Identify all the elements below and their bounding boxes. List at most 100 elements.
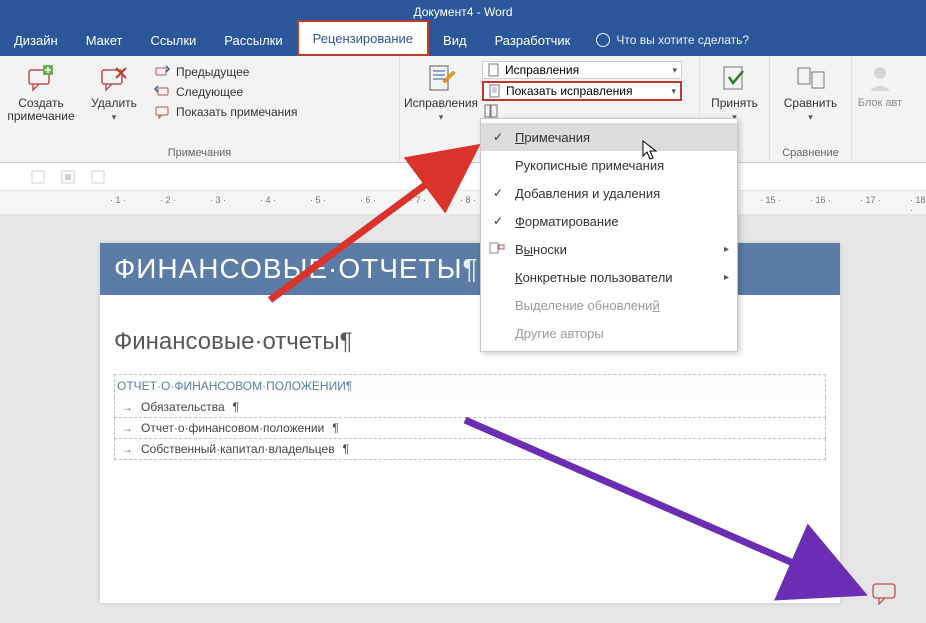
check-icon: ✓ (489, 186, 507, 200)
tab-design[interactable]: Дизайн (0, 24, 72, 56)
previous-icon (154, 64, 170, 80)
tab-review[interactable]: Рецензирование (297, 20, 429, 56)
dd-balloons[interactable]: Выноски ▸ (481, 235, 737, 263)
group-compare: Сравнить ▾ Сравнение (770, 56, 852, 162)
next-icon (154, 84, 170, 100)
delete-comment-button[interactable]: Удалить ▾ (82, 59, 146, 145)
tab-references[interactable]: Ссылки (137, 24, 211, 56)
pilcrow-icon: ¶ (233, 400, 239, 414)
show-markup-label: Показать исправления (506, 84, 633, 98)
dd-insertions-label: Добавления и удаления (515, 186, 660, 201)
display-for-review-label: Исправления (505, 63, 579, 77)
title-text: Документ4 - Word (413, 5, 512, 19)
tab-mailings[interactable]: Рассылки (210, 24, 296, 56)
toc-title-text: ОТЧЕТ·О·ФИНАНСОВОМ·ПОЛОЖЕНИИ (117, 379, 346, 393)
show-comments-label: Показать примечания (176, 105, 298, 119)
new-comment-button[interactable]: Создать примечание (4, 59, 78, 145)
delete-comment-label: Удалить (91, 97, 137, 110)
tab-view[interactable]: Вид (429, 24, 481, 56)
toc: ОТЧЕТ·О·ФИНАНСОВОМ·ПОЛОЖЕНИИ¶ → Обязател… (114, 374, 826, 460)
dd-highlight: Выделение обновлений (481, 291, 737, 319)
compare-icon (795, 63, 827, 95)
qat-icon-3[interactable] (90, 168, 108, 186)
toc-item-text: Обязательства (141, 400, 225, 414)
chevron-right-icon: ▸ (724, 244, 729, 255)
dd-formatting[interactable]: ✓ Форматирование (481, 207, 737, 235)
tell-me[interactable]: Что вы хотите сделать? (596, 33, 749, 47)
qat-icon-1[interactable] (30, 168, 48, 186)
compare-label: Сравнить (784, 97, 837, 110)
dd-balloons-label: Выноски (515, 242, 567, 257)
ruler[interactable]: · 1 ·· 2 ·· 3 · · 4 ·· 5 ·· 6 · · 7 ·· 8… (0, 191, 926, 215)
toc-item-text: Отчет·о·финансовом·положении (141, 421, 324, 435)
group-comments: Создать примечание Удалить ▾ Предыдущее … (0, 56, 400, 162)
tab-view-label: Вид (443, 33, 467, 48)
dd-comments[interactable]: ✓ Примечания (481, 123, 737, 151)
block-label: Блок авт (858, 97, 902, 109)
compare-button[interactable]: Сравнить ▾ (774, 59, 847, 145)
next-label: Следующее (176, 85, 243, 99)
show-comments-button[interactable]: Показать примечания (150, 103, 320, 121)
chevron-right-icon: ▸ (724, 272, 729, 283)
toc-row[interactable]: → Собственный·капитал·владельцев¶ (114, 439, 826, 460)
tab-developer-label: Разработчик (495, 33, 571, 48)
group-protect: Блок авт (852, 56, 908, 162)
new-comment-icon (25, 63, 57, 95)
dd-ink[interactable]: Рукописные примечания (481, 151, 737, 179)
qat-icon-2[interactable] (60, 168, 78, 186)
subheading-text: Финансовые·отчеты (114, 328, 340, 355)
next-comment-button[interactable]: Следующее (150, 83, 320, 101)
document-icon (488, 84, 502, 98)
group-compare-label: Сравнение (774, 145, 847, 162)
toc-row[interactable]: → Обязательства ¶ (114, 397, 826, 418)
dd-formatting-label: Форматирование (515, 214, 619, 229)
previous-label: Предыдущее (176, 65, 249, 79)
tab-mailings-label: Рассылки (224, 33, 282, 48)
chevron-down-icon: ▾ (439, 112, 444, 123)
pilcrow-icon: ¶ (463, 253, 479, 284)
dd-specific[interactable]: Конкретные пользователи ▸ (481, 263, 737, 291)
tab-references-label: Ссылки (151, 33, 197, 48)
banner-text: ФИНАНСОВЫЕ·ОТЧЕТЫ (114, 253, 463, 284)
balloons-icon (489, 242, 507, 256)
dd-ink-label: Рукописные примечания (515, 158, 664, 173)
bulb-icon (596, 33, 610, 47)
block-authors-button[interactable]: Блок авт (856, 59, 904, 162)
previous-comment-button[interactable]: Предыдущее (150, 63, 320, 81)
chevron-down-icon: ▾ (808, 112, 813, 123)
tab-strip: Дизайн Макет Ссылки Рассылки Рецензирова… (0, 24, 926, 56)
dd-specific-label: Конкретные пользователи (515, 270, 673, 285)
display-for-review-combo[interactable]: Исправления ▾ (482, 61, 682, 79)
show-markup-dropdown: ✓ Примечания Рукописные примечания ✓ Доб… (480, 118, 738, 352)
show-comments-icon (154, 104, 170, 120)
tab-layout[interactable]: Макет (72, 24, 137, 56)
chevron-down-icon: ▾ (112, 112, 117, 123)
toc-row[interactable]: → Отчет·о·финансовом·положении¶ (114, 418, 826, 439)
document-icon (487, 63, 501, 77)
person-icon (864, 63, 896, 95)
tab-arrow-icon: → (121, 400, 133, 414)
delete-comment-icon (98, 63, 130, 95)
accept-icon (719, 63, 751, 95)
dd-insertions[interactable]: ✓ Добавления и удаления (481, 179, 737, 207)
dd-highlight-label: Выделение обновлений (515, 298, 660, 313)
tab-developer[interactable]: Разработчик (481, 24, 585, 56)
title-bar: Документ4 - Word (0, 0, 926, 24)
toc-item-text: Собственный·капитал·владельцев (141, 442, 335, 456)
pilcrow-icon: ¶ (340, 328, 353, 355)
track-changes-button[interactable]: Исправления ▾ (404, 59, 478, 157)
tab-review-label: Рецензирование (313, 31, 413, 46)
chevron-down-icon: ▾ (672, 65, 677, 76)
pilcrow-icon: ¶ (343, 442, 349, 456)
comment-balloon-icon[interactable] (872, 583, 898, 605)
show-markup-combo[interactable]: Показать исправления ▾ (482, 81, 682, 101)
track-changes-label: Исправления (404, 97, 478, 110)
document-area[interactable]: ФИНАНСОВЫЕ·ОТЧЕТЫ¶ Финансовые·отчеты¶ ОТ… (0, 215, 926, 623)
reviewing-pane-icon (484, 104, 498, 118)
accept-label: Принять (711, 97, 758, 110)
dd-other-label: Другие авторы (515, 326, 604, 341)
ribbon: Создать примечание Удалить ▾ Предыдущее … (0, 56, 926, 163)
reviewing-pane-button[interactable] (482, 103, 682, 119)
toc-title[interactable]: ОТЧЕТ·О·ФИНАНСОВОМ·ПОЛОЖЕНИИ¶ (114, 374, 826, 397)
check-icon: ✓ (489, 214, 507, 228)
